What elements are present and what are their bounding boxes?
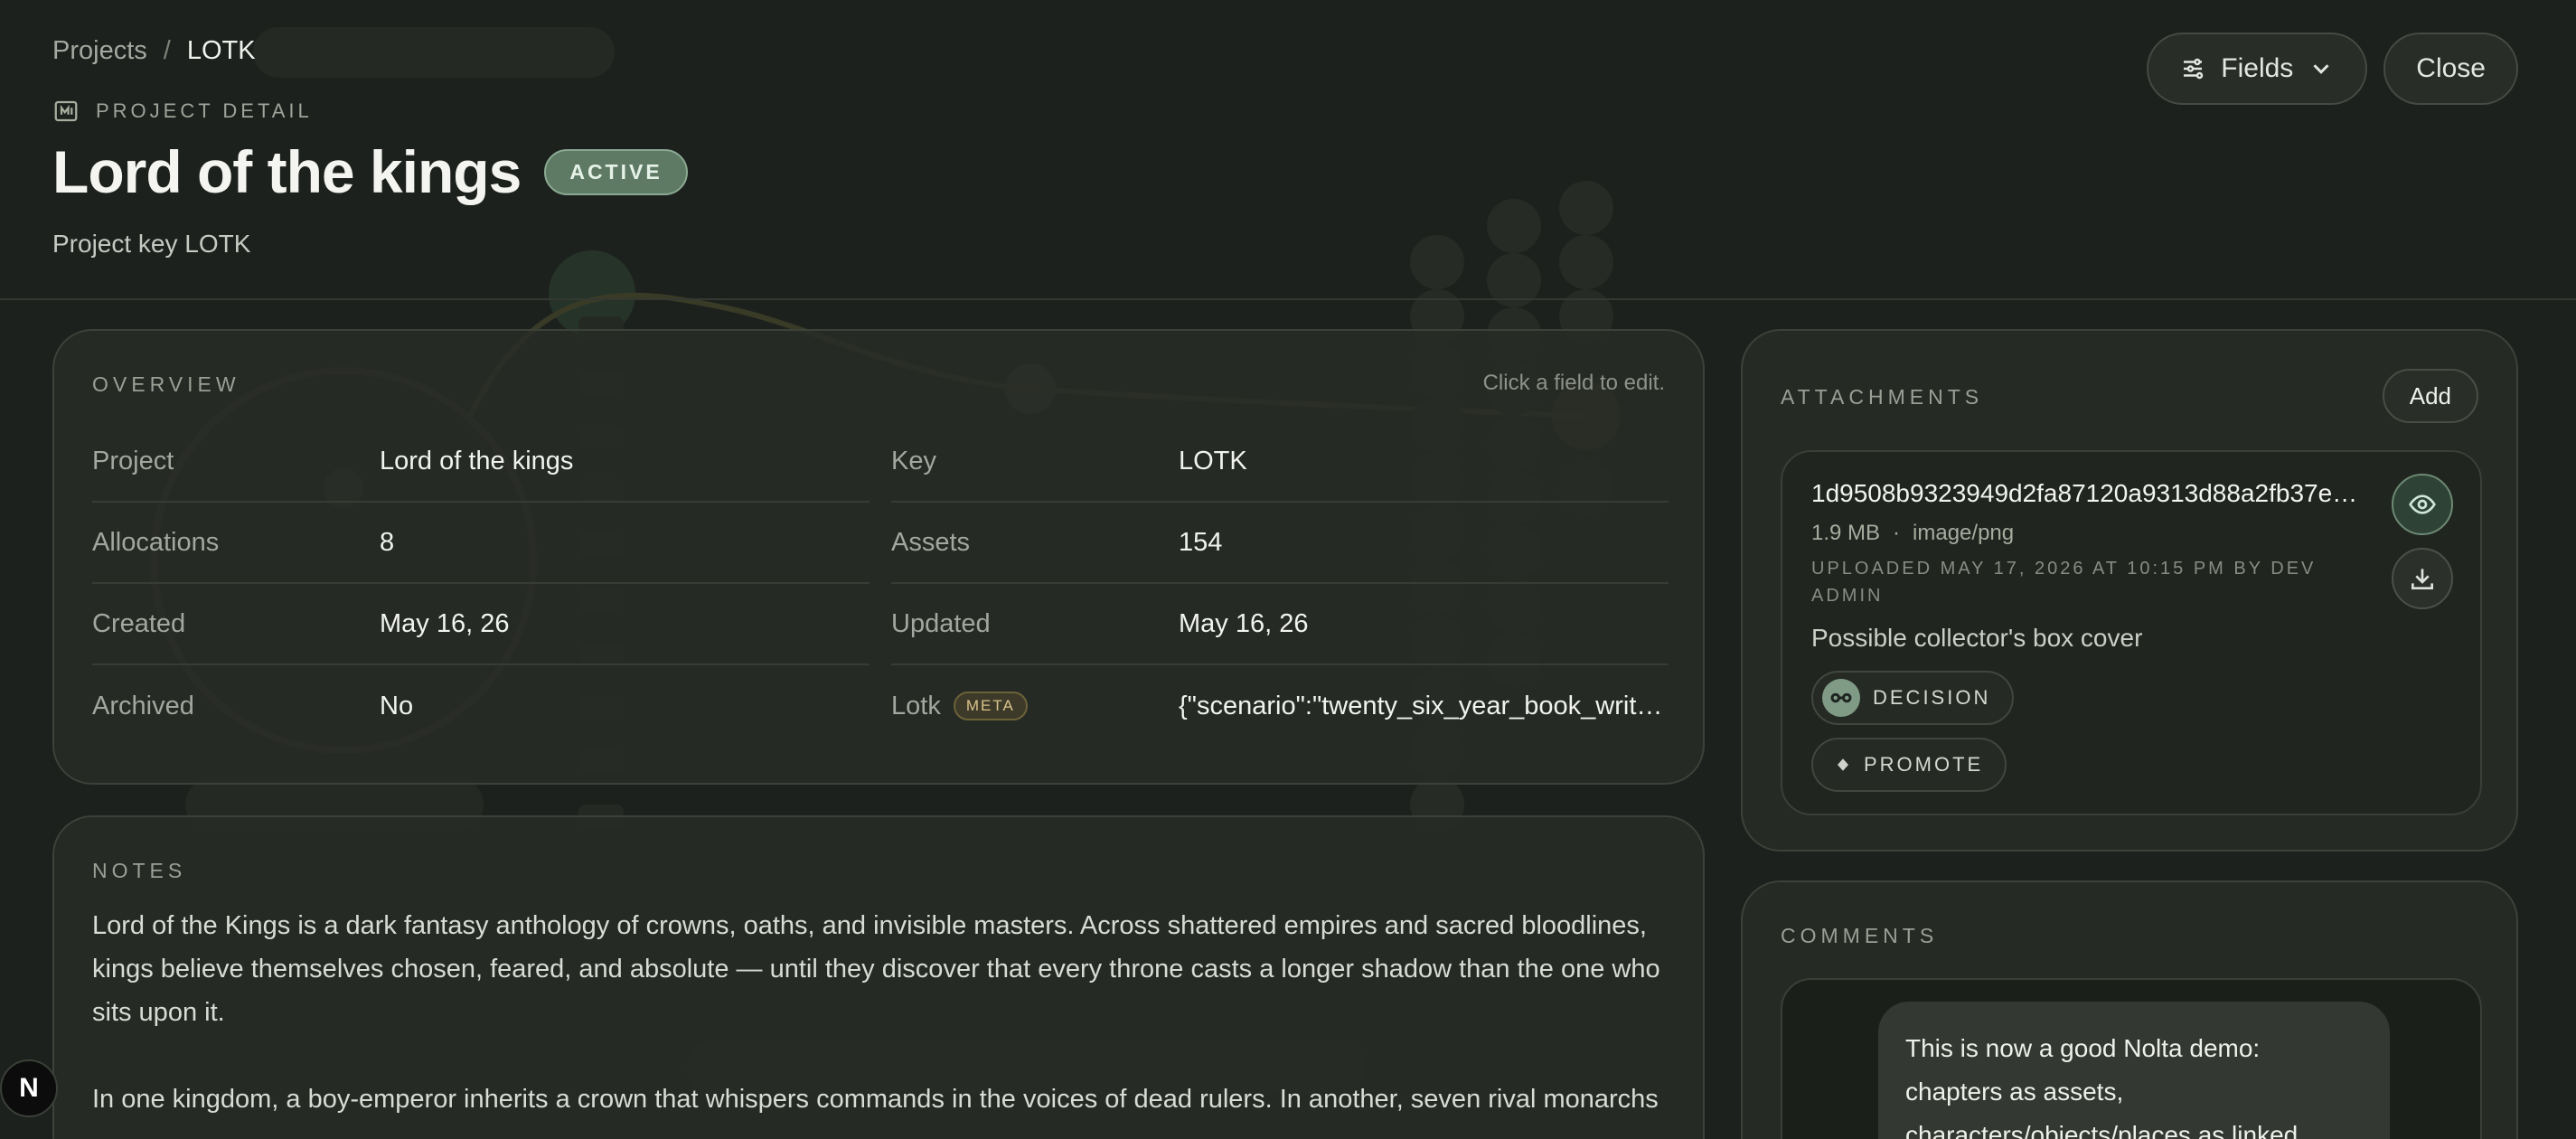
- field-value[interactable]: {"scenario":"twenty_six_year_book_writ…: [1179, 692, 1667, 721]
- notes-card: NOTES Lord of the Kings is a dark fantas…: [52, 815, 1705, 1139]
- close-button-label: Close: [2416, 53, 2486, 83]
- attachment-item[interactable]: 1d9508b9323949d2fa87120a9313d88a2fb37e… …: [1781, 450, 2482, 815]
- breadcrumb: Projects / LOTK: [52, 36, 256, 66]
- decision-icon: [1822, 679, 1860, 717]
- attachment-meta: 1.9 MB · image/png: [1811, 521, 2014, 546]
- notes-paragraph: In one kingdom, a boy-emperor inherits a…: [92, 1085, 1659, 1114]
- field-value[interactable]: May 16, 26: [1179, 609, 1667, 639]
- download-icon: [2411, 569, 2433, 589]
- field-assets[interactable]: Assets 154: [891, 503, 1669, 584]
- attachments-card: ATTACHMENTS Add 1d9508b9323949d2fa87120a…: [1741, 329, 2518, 852]
- decision-chip[interactable]: DECISION: [1811, 671, 2015, 725]
- download-attachment-button[interactable]: [2392, 548, 2453, 609]
- field-key[interactable]: Key LOTK: [891, 421, 1669, 503]
- field-value[interactable]: 8: [380, 528, 868, 558]
- fields-button[interactable]: Fields: [2147, 33, 2368, 105]
- breadcrumb-separator: /: [163, 36, 171, 65]
- view-attachment-button[interactable]: [2392, 474, 2453, 535]
- eye-icon: [2409, 494, 2436, 514]
- field-created[interactable]: Created May 16, 26: [92, 584, 870, 665]
- close-button[interactable]: Close: [2383, 33, 2518, 105]
- field-label-wrap: Lotk META: [891, 692, 1179, 721]
- promote-chip[interactable]: PROMOTE: [1811, 738, 2007, 792]
- decision-chip-label: DECISION: [1873, 686, 1991, 709]
- field-label: Archived: [92, 691, 194, 720]
- field-label: Lotk: [891, 691, 941, 720]
- field-lotk-meta[interactable]: Lotk META {"scenario":"twenty_six_year_b…: [891, 665, 1669, 747]
- diamond-icon: [1838, 758, 1848, 771]
- project-key-subtitle: Project key LOTK: [52, 230, 251, 258]
- chevron-down-icon: [2313, 64, 2329, 74]
- field-label: Created: [92, 608, 186, 638]
- title-row: Lord of the kings ACTIVE: [52, 137, 688, 206]
- overview-label: OVERVIEW: [92, 372, 240, 396]
- comments-card: COMMENTS This is now a good Nolta demo: …: [1741, 880, 2518, 1139]
- field-label: Allocations: [92, 527, 220, 557]
- page-title: Lord of the kings: [52, 138, 522, 205]
- attachment-caption: Possible collector's box cover: [1811, 624, 2143, 652]
- attachment-size: 1.9 MB: [1811, 521, 1881, 545]
- edit-hint: Click a field to edit.: [1482, 371, 1665, 395]
- page-eyebrow: PROJECT DETAIL: [52, 98, 313, 125]
- attachment-filename[interactable]: 1d9508b9323949d2fa87120a9313d88a2fb37e…: [1811, 479, 2363, 508]
- overview-fields: Project Lord of the kings Key LOTK Alloc…: [92, 421, 1669, 747]
- project-detail-page: Projects / LOTK PROJECT DETAIL Lord of t…: [0, 0, 2576, 1139]
- add-attachment-button[interactable]: Add: [2382, 369, 2478, 423]
- notes-paragraph: Lord of the Kings is a dark fantasy anth…: [92, 911, 1660, 1027]
- attachment-type: image/png: [1913, 521, 2015, 545]
- sliders-icon: [2184, 58, 2204, 80]
- field-allocations[interactable]: Allocations 8: [92, 503, 870, 584]
- field-value[interactable]: No: [380, 692, 868, 721]
- promote-chip-label: PROMOTE: [1864, 753, 1984, 776]
- field-value[interactable]: LOTK: [1179, 447, 1667, 476]
- comment-thread[interactable]: This is now a good Nolta demo: chapters …: [1781, 978, 2482, 1139]
- breadcrumb-projects-link[interactable]: Projects: [52, 36, 147, 66]
- app-badge[interactable]: N: [0, 1059, 58, 1117]
- field-updated[interactable]: Updated May 16, 26: [891, 584, 1669, 665]
- eyebrow-label: PROJECT DETAIL: [96, 99, 313, 122]
- attachment-uploaded: UPLOADED MAY 17, 2026 AT 10:15 PM BY DEV…: [1811, 559, 2317, 606]
- project-detail-icon: [54, 100, 78, 122]
- field-label: Key: [891, 446, 936, 475]
- attachments-label: ATTACHMENTS: [1781, 385, 1984, 409]
- fields-button-label: Fields: [2221, 53, 2294, 83]
- field-label: Assets: [891, 527, 971, 557]
- notes-label: NOTES: [92, 859, 187, 882]
- overview-card: OVERVIEW Click a field to edit. Project …: [52, 329, 1705, 785]
- meta-tag: META: [953, 692, 1028, 720]
- breadcrumb-current: LOTK: [186, 36, 256, 65]
- field-archived[interactable]: Archived No: [92, 665, 870, 747]
- comments-label: COMMENTS: [1781, 924, 1939, 947]
- field-value[interactable]: 154: [1179, 528, 1667, 558]
- field-label: Project: [92, 446, 174, 475]
- header-actions: Fields Close: [2147, 33, 2518, 105]
- notes-body[interactable]: Lord of the Kings is a dark fantasy anth…: [92, 904, 1683, 1139]
- field-label: Updated: [891, 608, 991, 638]
- status-badge: ACTIVE: [544, 148, 688, 195]
- comment-bubble: This is now a good Nolta demo: chapters …: [1878, 1002, 2390, 1139]
- field-value[interactable]: Lord of the kings: [380, 447, 868, 476]
- meta-dot: ·: [1893, 521, 1901, 545]
- field-project[interactable]: Project Lord of the kings: [92, 421, 870, 503]
- header-divider: [0, 298, 2576, 300]
- field-value[interactable]: May 16, 26: [380, 609, 868, 639]
